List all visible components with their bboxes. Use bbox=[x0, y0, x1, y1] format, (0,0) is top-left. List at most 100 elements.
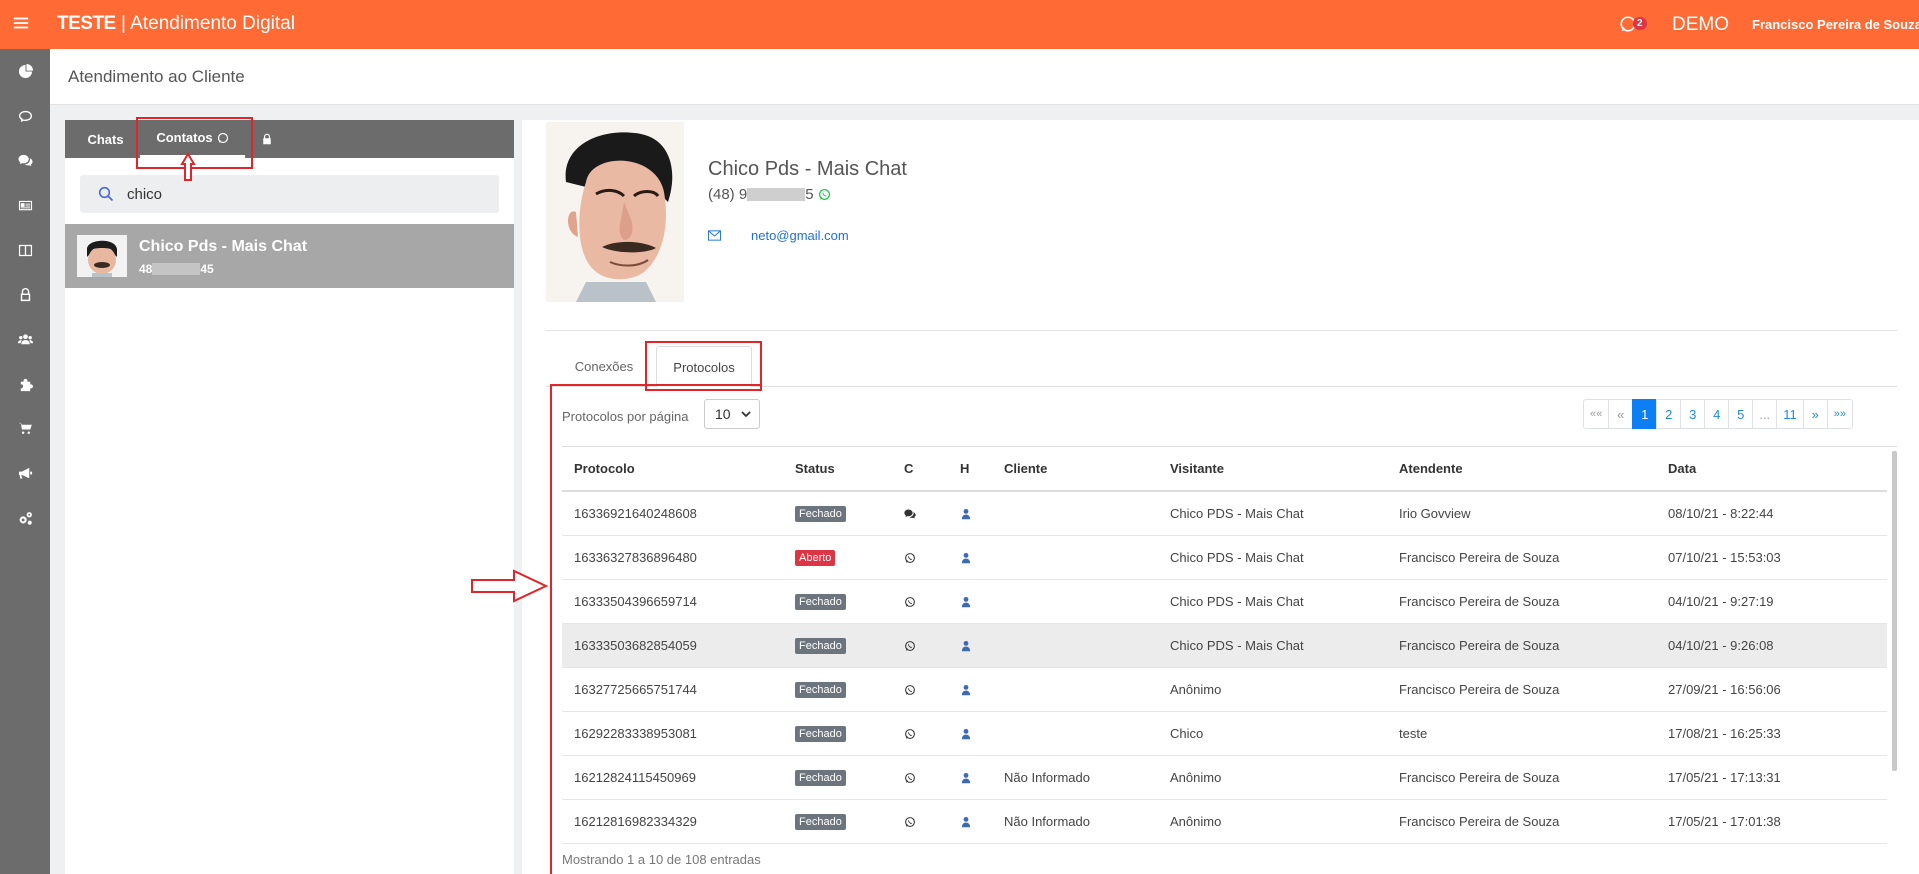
table-scrollbar[interactable] bbox=[1892, 451, 1897, 771]
cell-history bbox=[948, 799, 992, 844]
table-row[interactable]: 16292283338953081 Fechado Chico teste 17/08/… bbox=[562, 711, 1887, 756]
table-row[interactable]: 16333504396659714 Fechado Chico PDS - Mais… bbox=[562, 579, 1887, 624]
user-icon[interactable] bbox=[960, 814, 972, 829]
chat-bubbles-icon[interactable] bbox=[0, 138, 50, 182]
table-row[interactable]: 16336327836896480 Aberto Chico PDS - Mais … bbox=[562, 535, 1887, 580]
whatsapp-icon[interactable] bbox=[904, 682, 916, 697]
table-row[interactable]: 16212816982334329 Fechado Não Informado Anô… bbox=[562, 799, 1887, 844]
cell-history bbox=[948, 579, 992, 624]
profile-email-end: neto@gmail.com bbox=[751, 228, 849, 243]
whatsapp-icon[interactable] bbox=[904, 550, 916, 565]
cell-status: Fechado bbox=[783, 755, 892, 800]
protocols-table: Protocolo Status C H Cliente Visitante A… bbox=[562, 447, 1887, 844]
cell-data: 04/10/21 - 9:27:19 bbox=[1656, 579, 1887, 624]
table-row[interactable]: 16327725665751744 Fechado Anônimo Francisco… bbox=[562, 667, 1887, 712]
chat-icon[interactable] bbox=[904, 506, 916, 521]
user-icon[interactable] bbox=[960, 638, 972, 653]
cell-cliente bbox=[992, 535, 1158, 580]
tab-conexoes[interactable]: Conexões bbox=[554, 346, 654, 387]
table-row[interactable]: 16212824115450969 Fechado Não Informado Anô… bbox=[562, 755, 1887, 800]
id-card-icon[interactable] bbox=[0, 183, 50, 227]
status-badge: Fechado bbox=[795, 813, 846, 830]
cart-icon[interactable] bbox=[0, 406, 50, 450]
chevron-down-icon bbox=[741, 411, 751, 418]
page-1[interactable]: 1 bbox=[1632, 399, 1658, 429]
whatsapp-icon[interactable] bbox=[818, 188, 831, 201]
cell-cliente bbox=[992, 491, 1158, 536]
page-first[interactable]: «« bbox=[1583, 399, 1610, 429]
lock-icon bbox=[263, 133, 271, 145]
hamburger-menu-icon[interactable] bbox=[12, 14, 32, 34]
col-cliente[interactable]: Cliente bbox=[992, 447, 1158, 492]
col-status[interactable]: Status bbox=[783, 447, 892, 492]
cell-status: Fechado bbox=[783, 623, 892, 668]
cell-data: 17/05/21 - 17:13:31 bbox=[1656, 755, 1887, 800]
page-3[interactable]: 3 bbox=[1680, 399, 1706, 429]
page-11[interactable]: 11 bbox=[1776, 399, 1804, 429]
col-protocolo[interactable]: Protocolo bbox=[562, 447, 783, 492]
cell-history bbox=[948, 711, 992, 756]
user-icon[interactable] bbox=[960, 682, 972, 697]
search-input[interactable] bbox=[127, 183, 477, 205]
redacted-phone-digits bbox=[747, 188, 806, 201]
cell-history bbox=[948, 623, 992, 668]
tab-lock[interactable] bbox=[250, 120, 280, 158]
pie-chart-icon[interactable] bbox=[0, 49, 50, 93]
profile-photo bbox=[546, 122, 684, 302]
user-icon[interactable] bbox=[960, 770, 972, 785]
table-row[interactable]: 16333503682854059 Fechado Chico PDS - Mais… bbox=[562, 623, 1887, 668]
contact-list-item[interactable]: Chico Pds - Mais Chat 48 45 bbox=[65, 224, 514, 288]
col-h[interactable]: H bbox=[948, 447, 992, 492]
page-prev[interactable]: « bbox=[1608, 399, 1634, 429]
cell-visitante: Chico PDS - Mais Chat bbox=[1158, 491, 1387, 536]
page-5[interactable]: 5 bbox=[1728, 399, 1754, 429]
profile-phone: (48) 9 5 bbox=[708, 186, 831, 203]
col-atendente[interactable]: Atendente bbox=[1387, 447, 1656, 492]
gears-icon[interactable] bbox=[0, 496, 50, 540]
per-page-value: 10 bbox=[715, 406, 731, 422]
user-icon[interactable] bbox=[960, 550, 972, 565]
whatsapp-icon[interactable] bbox=[904, 594, 916, 609]
lock-icon[interactable] bbox=[0, 272, 50, 316]
tab-protocolos[interactable]: Protocolos bbox=[656, 346, 752, 388]
cell-data: 07/10/21 - 15:53:03 bbox=[1656, 535, 1887, 580]
whatsapp-notification-button[interactable]: 2 bbox=[1619, 13, 1651, 35]
cell-visitante: Chico PDS - Mais Chat bbox=[1158, 579, 1387, 624]
contact-detail-panel: Chico Pds - Mais Chat (48) 9 5 neto@gmail… bbox=[522, 120, 1919, 874]
per-page-select[interactable]: 10 bbox=[704, 399, 760, 429]
chat-bubble-icon[interactable] bbox=[0, 94, 50, 138]
cell-visitante: Anônimo bbox=[1158, 667, 1387, 712]
contact-phone: 48 45 bbox=[139, 262, 214, 276]
col-data[interactable]: Data bbox=[1656, 447, 1887, 492]
whatsapp-icon[interactable] bbox=[904, 770, 916, 785]
puzzle-icon[interactable] bbox=[0, 362, 50, 406]
user-icon[interactable] bbox=[960, 594, 972, 609]
columns-icon[interactable] bbox=[0, 228, 50, 272]
app-brand[interactable]: TESTE | Atendimento Digital bbox=[57, 13, 295, 35]
whatsapp-icon[interactable] bbox=[904, 814, 916, 829]
tab-chats[interactable]: Chats bbox=[78, 120, 133, 158]
page-last[interactable]: »» bbox=[1826, 399, 1853, 429]
col-c[interactable]: C bbox=[892, 447, 948, 492]
cell-channel bbox=[892, 667, 948, 712]
cell-atendente: Francisco Pereira de Souza bbox=[1387, 579, 1656, 624]
profile-email[interactable]: neto@gmail.com bbox=[708, 228, 849, 243]
user-icon[interactable] bbox=[960, 506, 972, 521]
envelope-icon bbox=[708, 230, 721, 241]
cell-status: Fechado bbox=[783, 491, 892, 536]
megaphone-icon[interactable] bbox=[0, 451, 50, 495]
cell-protocolo: 16212824115450969 bbox=[562, 755, 783, 800]
users-icon[interactable] bbox=[0, 317, 50, 361]
whatsapp-icon[interactable] bbox=[904, 638, 916, 653]
table-row[interactable]: 16336921640248608 Fechado Chico PDS - Mais… bbox=[562, 491, 1887, 536]
page-2[interactable]: 2 bbox=[1656, 399, 1682, 429]
page-next[interactable]: » bbox=[1802, 399, 1828, 429]
col-visitante[interactable]: Visitante bbox=[1158, 447, 1387, 492]
user-icon[interactable] bbox=[960, 726, 972, 741]
page-4[interactable]: 4 bbox=[1704, 399, 1730, 429]
cell-protocolo: 16292283338953081 bbox=[562, 711, 783, 756]
user-name[interactable]: Francisco Pereira de Souza bbox=[1752, 17, 1919, 32]
protocols-table-container: Protocolo Status C H Cliente Visitante A… bbox=[562, 446, 1897, 846]
cell-data: 04/10/21 - 9:26:08 bbox=[1656, 623, 1887, 668]
whatsapp-icon[interactable] bbox=[904, 726, 916, 741]
